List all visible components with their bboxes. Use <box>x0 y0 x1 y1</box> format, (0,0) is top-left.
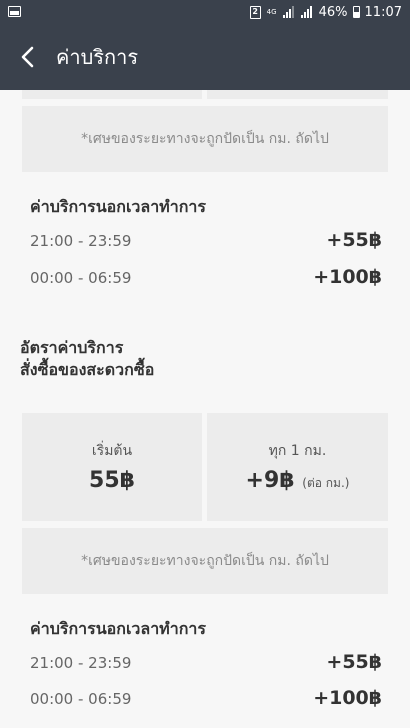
start-fare-cell: เริ่มต้น 55฿ <box>22 413 202 521</box>
after-hours-price-1: +55฿ <box>326 229 382 251</box>
signal-icon-2 <box>300 6 314 18</box>
content-scroll[interactable]: *เศษของระยะทางจะถูกปัดเป็น กม. ถัดไป ค่า… <box>0 90 410 728</box>
app-bar: ค่าบริการ <box>0 24 410 90</box>
battery-percent: 46% <box>318 4 348 20</box>
after-hours-2-time-1: 21:00 - 23:59 <box>30 654 132 672</box>
back-arrow-icon[interactable] <box>14 42 44 72</box>
per-km-value: +9฿ <box>245 468 295 493</box>
cell-partial-right <box>207 90 388 99</box>
network-type-label: 4G <box>266 7 277 16</box>
after-hours-title-2: ค่าบริการนอกเวลาทำการ <box>30 619 206 638</box>
cell-partial-left <box>22 90 202 99</box>
page-title: ค่าบริการ <box>56 45 139 69</box>
after-hours-2-price-1: +55฿ <box>326 651 382 673</box>
rounding-note-text: *เศษของระยะทางจะถูกปัดเป็น กม. ถัดไป <box>81 131 329 147</box>
convenience-rate-title-1: อัตราค่าบริการ <box>20 338 124 357</box>
after-hours-price-2: +100฿ <box>313 266 382 288</box>
sim-icon: 2 <box>249 5 261 19</box>
status-bar: 2 4G 46% 11:07 <box>0 0 410 24</box>
rounding-note-2: *เศษของระยะทางจะถูกปัดเป็น กม. ถัดไป <box>22 528 388 594</box>
after-hours-2-time-2: 00:00 - 06:59 <box>30 690 132 708</box>
status-icons: 2 4G 46% 11:07 <box>249 3 402 21</box>
after-hours-time-1: 21:00 - 23:59 <box>30 232 132 250</box>
after-hours-2-price-2: +100฿ <box>313 687 382 709</box>
per-km-unit: (ต่อ กม.) <box>302 476 350 490</box>
after-hours-time-2: 00:00 - 06:59 <box>30 269 132 287</box>
start-fare-value: 55฿ <box>89 468 135 493</box>
per-km-value-wrap: +9฿ (ต่อ กม.) <box>207 468 388 493</box>
convenience-rate-title-2: สั่งซื้อของสะดวกซื้อ <box>20 360 155 379</box>
per-km-label: ทุก 1 กม. <box>268 443 327 459</box>
battery-icon <box>352 6 360 18</box>
start-fare-label: เริ่มต้น <box>91 443 133 459</box>
rounding-note-text-2: *เศษของระยะทางจะถูกปัดเป็น กม. ถัดไป <box>81 553 329 569</box>
clock: 11:07 <box>364 4 402 20</box>
signal-icon <box>282 6 296 18</box>
rounding-note: *เศษของระยะทางจะถูกปัดเป็น กม. ถัดไป <box>22 106 388 172</box>
per-km-cell: ทุก 1 กม. +9฿ (ต่อ กม.) <box>207 413 388 521</box>
after-hours-title: ค่าบริการนอกเวลาทำการ <box>30 197 206 216</box>
gallery-notification-icon <box>8 6 21 17</box>
